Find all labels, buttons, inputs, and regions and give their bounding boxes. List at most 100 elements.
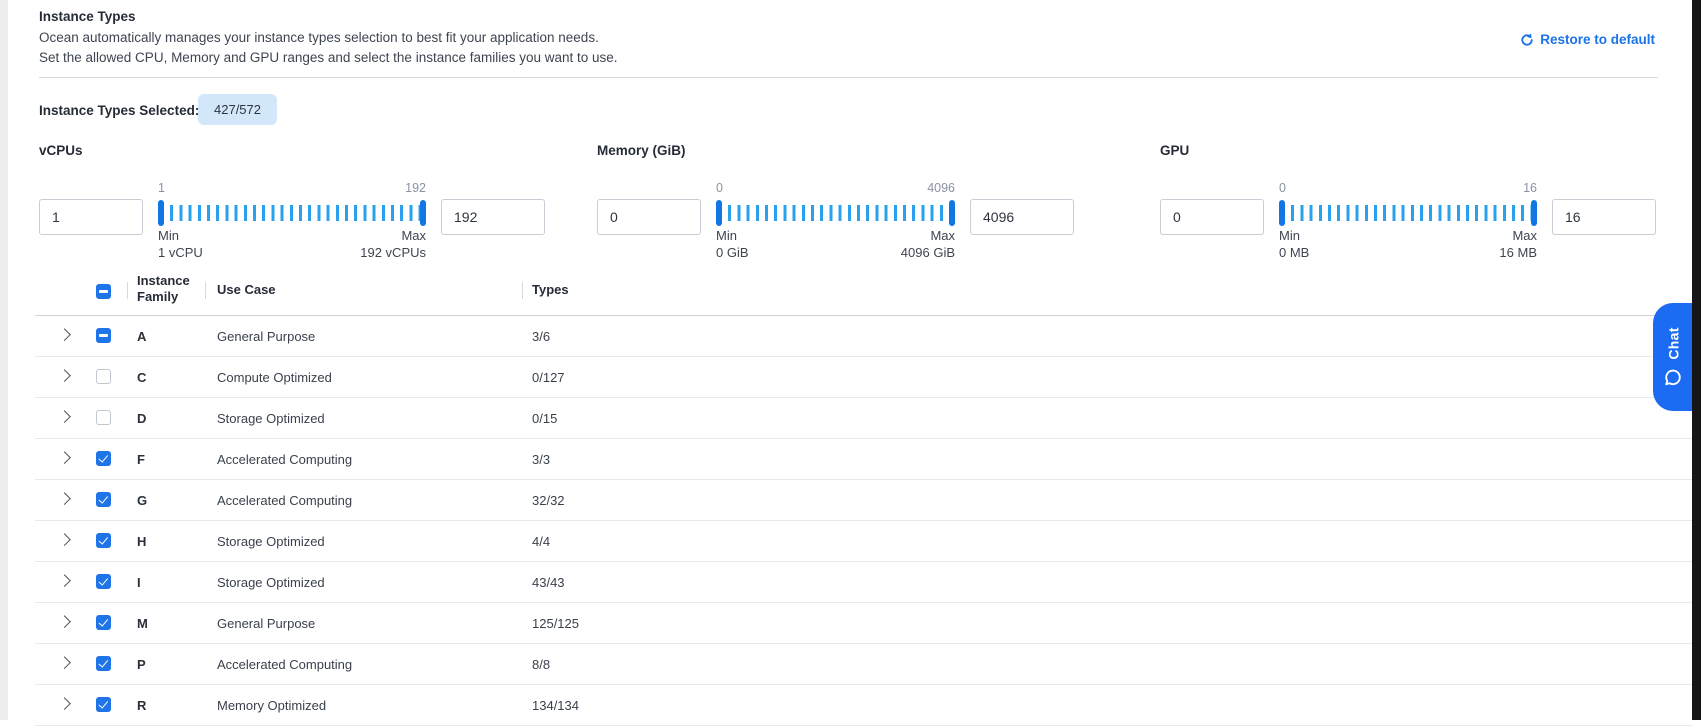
slider-track[interactable] bbox=[1279, 200, 1537, 226]
range-slider[interactable]: 1 192 Min Max 1 vCPU 192 vCPUs bbox=[158, 181, 426, 265]
use-case-cell: Storage Optimized bbox=[217, 575, 325, 590]
use-case-cell: Accelerated Computing bbox=[217, 493, 352, 508]
instance-family-table: Instance Family Use Case Types A General… bbox=[35, 265, 1692, 726]
slider-max-handle[interactable] bbox=[1531, 200, 1537, 226]
slider-min-unit: 0 MB bbox=[1279, 245, 1309, 260]
left-edge-strip bbox=[0, 0, 8, 720]
range-slider[interactable]: 0 16 Min Max 0 MB 16 MB bbox=[1279, 181, 1537, 265]
slider-track[interactable] bbox=[716, 200, 955, 226]
slider-min-caption: Min bbox=[716, 228, 737, 243]
row-checkbox[interactable] bbox=[96, 451, 111, 466]
slider-max-handle[interactable] bbox=[949, 200, 955, 226]
chevron-right-icon[interactable] bbox=[58, 451, 71, 464]
use-case-cell: Storage Optimized bbox=[217, 534, 325, 549]
types-count-cell: 3/6 bbox=[532, 329, 550, 344]
instance-family-cell: H bbox=[137, 534, 146, 549]
restore-to-default-button[interactable]: Restore to default bbox=[1520, 32, 1655, 47]
row-checkbox[interactable] bbox=[96, 492, 111, 507]
slider-min-handle[interactable] bbox=[716, 200, 722, 226]
slider-title: GPU bbox=[1160, 143, 1189, 158]
slider-max-unit: 192 vCPUs bbox=[360, 245, 426, 260]
min-value-input[interactable] bbox=[39, 199, 143, 235]
slider-min-handle[interactable] bbox=[158, 200, 164, 226]
instance-family-cell: R bbox=[137, 698, 146, 713]
restore-to-default-label: Restore to default bbox=[1540, 32, 1655, 47]
slider-max-caption: Max bbox=[930, 228, 955, 243]
use-case-cell: Accelerated Computing bbox=[217, 657, 352, 672]
page-title: Instance Types bbox=[39, 9, 136, 24]
description-line-2: Set the allowed CPU, Memory and GPU rang… bbox=[39, 48, 618, 68]
max-value-input[interactable] bbox=[1552, 199, 1656, 235]
range-slider[interactable]: 0 4096 Min Max 0 GiB 4096 GiB bbox=[716, 181, 955, 265]
right-edge-strip bbox=[1692, 0, 1701, 720]
chevron-right-icon[interactable] bbox=[58, 328, 71, 341]
chevron-right-icon[interactable] bbox=[58, 369, 71, 382]
slider-max-caption: Max bbox=[1512, 228, 1537, 243]
slider-max-unit: 4096 GiB bbox=[901, 245, 955, 260]
header-divider bbox=[127, 282, 128, 299]
column-header-instance-family: Instance Family bbox=[137, 273, 201, 304]
chat-button[interactable]: Chat bbox=[1653, 303, 1692, 411]
slider-min-handle[interactable] bbox=[1279, 200, 1285, 226]
chevron-right-icon[interactable] bbox=[58, 615, 71, 628]
row-checkbox[interactable] bbox=[96, 615, 111, 630]
slider-max-handle[interactable] bbox=[420, 200, 426, 226]
chevron-right-icon[interactable] bbox=[58, 533, 71, 546]
row-checkbox[interactable] bbox=[96, 410, 111, 425]
row-checkbox[interactable] bbox=[96, 574, 111, 589]
table-body: A General Purpose 3/6 C Compute Optimize… bbox=[35, 316, 1692, 726]
chevron-right-icon[interactable] bbox=[58, 697, 71, 710]
selected-count-badge: 427/572 bbox=[198, 94, 277, 125]
types-count-cell: 43/43 bbox=[532, 575, 565, 590]
row-checkbox[interactable] bbox=[96, 328, 111, 343]
instance-family-row: M General Purpose 125/125 bbox=[35, 603, 1692, 644]
slider-min-tick-label: 0 bbox=[1279, 181, 1286, 195]
column-header-types: Types bbox=[532, 282, 569, 297]
types-count-cell: 4/4 bbox=[532, 534, 550, 549]
min-value-input[interactable] bbox=[597, 199, 701, 235]
slider-max-tick-label: 16 bbox=[1523, 181, 1537, 195]
description-line-1: Ocean automatically manages your instanc… bbox=[39, 28, 618, 48]
instance-family-row: F Accelerated Computing 3/3 bbox=[35, 439, 1692, 480]
row-checkbox[interactable] bbox=[96, 656, 111, 671]
types-count-cell: 8/8 bbox=[532, 657, 550, 672]
chevron-right-icon[interactable] bbox=[58, 656, 71, 669]
instance-family-row: G Accelerated Computing 32/32 bbox=[35, 480, 1692, 521]
chevron-right-icon[interactable] bbox=[58, 492, 71, 505]
slider-max-tick-label: 4096 bbox=[927, 181, 955, 195]
chevron-right-icon[interactable] bbox=[58, 410, 71, 423]
header-divider bbox=[205, 282, 206, 299]
types-count-cell: 3/3 bbox=[532, 452, 550, 467]
row-checkbox[interactable] bbox=[96, 697, 111, 712]
chevron-right-icon[interactable] bbox=[58, 574, 71, 587]
max-value-input[interactable] bbox=[441, 199, 545, 235]
slider-max-caption: Max bbox=[401, 228, 426, 243]
instance-types-selected-label: Instance Types Selected: bbox=[39, 103, 199, 118]
slider-max-unit: 16 MB bbox=[1499, 245, 1537, 260]
types-count-cell: 32/32 bbox=[532, 493, 565, 508]
instance-family-row: H Storage Optimized 4/4 bbox=[35, 521, 1692, 562]
instance-family-row: P Accelerated Computing 8/8 bbox=[35, 644, 1692, 685]
row-checkbox[interactable] bbox=[96, 533, 111, 548]
select-all-checkbox[interactable] bbox=[96, 284, 111, 299]
instance-family-cell: M bbox=[137, 616, 148, 631]
slider-min-caption: Min bbox=[1279, 228, 1300, 243]
section-divider bbox=[39, 77, 1658, 78]
types-count-cell: 134/134 bbox=[532, 698, 579, 713]
slider-title: vCPUs bbox=[39, 143, 83, 158]
max-value-input[interactable] bbox=[970, 199, 1074, 235]
slider-track[interactable] bbox=[158, 200, 426, 226]
range-sliders-section: vCPUs 1 192 Min Max 1 vCPU 192 vCPUs bbox=[39, 143, 1658, 265]
instance-family-cell: A bbox=[137, 329, 146, 344]
instance-family-cell: F bbox=[137, 452, 145, 467]
min-value-input[interactable] bbox=[1160, 199, 1264, 235]
slider-min-unit: 0 GiB bbox=[716, 245, 749, 260]
row-checkbox[interactable] bbox=[96, 369, 111, 384]
use-case-cell: Accelerated Computing bbox=[217, 452, 352, 467]
range-slider-group: vCPUs 1 192 Min Max 1 vCPU 192 vCPUs bbox=[39, 143, 545, 265]
slider-min-unit: 1 vCPU bbox=[158, 245, 203, 260]
slider-title: Memory (GiB) bbox=[597, 143, 686, 158]
instance-family-row: I Storage Optimized 43/43 bbox=[35, 562, 1692, 603]
instance-family-row: D Storage Optimized 0/15 bbox=[35, 398, 1692, 439]
use-case-cell: Memory Optimized bbox=[217, 698, 326, 713]
